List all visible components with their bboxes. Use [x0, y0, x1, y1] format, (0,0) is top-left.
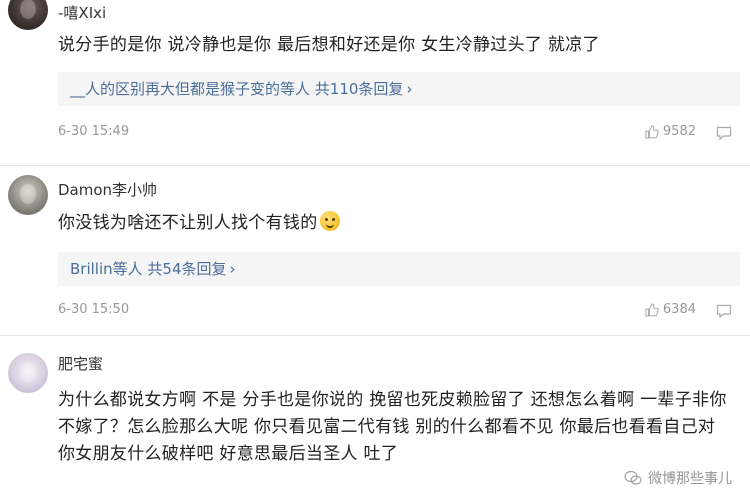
reply-count: 共54条回复 [147, 260, 227, 278]
comment-username[interactable]: Damon李小帅 [58, 179, 157, 200]
comment-username[interactable]: 肥宅蜜 [58, 353, 103, 374]
comment-icon[interactable] [716, 304, 732, 318]
thumbs-up-icon [645, 302, 659, 317]
like-button[interactable]: 9582 [645, 124, 696, 139]
like-button[interactable]: 6384 [645, 302, 696, 317]
chevron-right-icon: › [229, 260, 236, 278]
like-count: 9582 [662, 124, 696, 139]
avatar[interactable] [8, 0, 48, 30]
watermark: 微博那些事儿 [624, 468, 732, 488]
comment-item: -嘻XIxi 说分手的是你 说冷静也是你 最后想和好还是你 女生冷静过头了 就凉… [0, 0, 750, 165]
chevron-right-icon: › [406, 80, 413, 98]
comment-item: Damon李小帅 你没钱为啥还不让别人找个有钱的 Brillin等人 共54条回… [0, 165, 750, 335]
thumbs-up-icon [645, 124, 659, 139]
reply-summary[interactable]: __人的区别再大但都是猴子变的等人 共110条回复 › [58, 72, 740, 106]
comment-text: 为什么都说女方啊 不是 分手也是你说的 挽留也死皮赖脸留了 还想怎么着啊 一辈子… [58, 390, 727, 464]
comment-text: 你没钱为啥还不让别人找个有钱的 [58, 210, 730, 236]
wechat-icon [624, 470, 642, 485]
like-count: 6384 [662, 302, 696, 317]
reply-users: Brillin等人 [70, 260, 143, 278]
comment-text: 说分手的是你 说冷静也是你 最后想和好还是你 女生冷静过头了 就凉了 [58, 35, 600, 55]
timestamp: 6-30 15:50 [58, 302, 130, 317]
watermark-text: 微博那些事儿 [648, 471, 732, 487]
comment-username[interactable]: -嘻XIxi [58, 2, 106, 23]
reply-summary[interactable]: Brillin等人 共54条回复 › [58, 252, 740, 286]
emoji-icon [319, 211, 340, 231]
avatar[interactable] [8, 353, 48, 393]
reply-count: 共110条回复 [314, 80, 404, 98]
reply-users: __人的区别再大但都是猴子变的等人 [70, 80, 311, 98]
timestamp: 6-30 15:49 [58, 124, 130, 139]
comment-icon[interactable] [716, 126, 732, 140]
avatar[interactable] [8, 175, 48, 215]
